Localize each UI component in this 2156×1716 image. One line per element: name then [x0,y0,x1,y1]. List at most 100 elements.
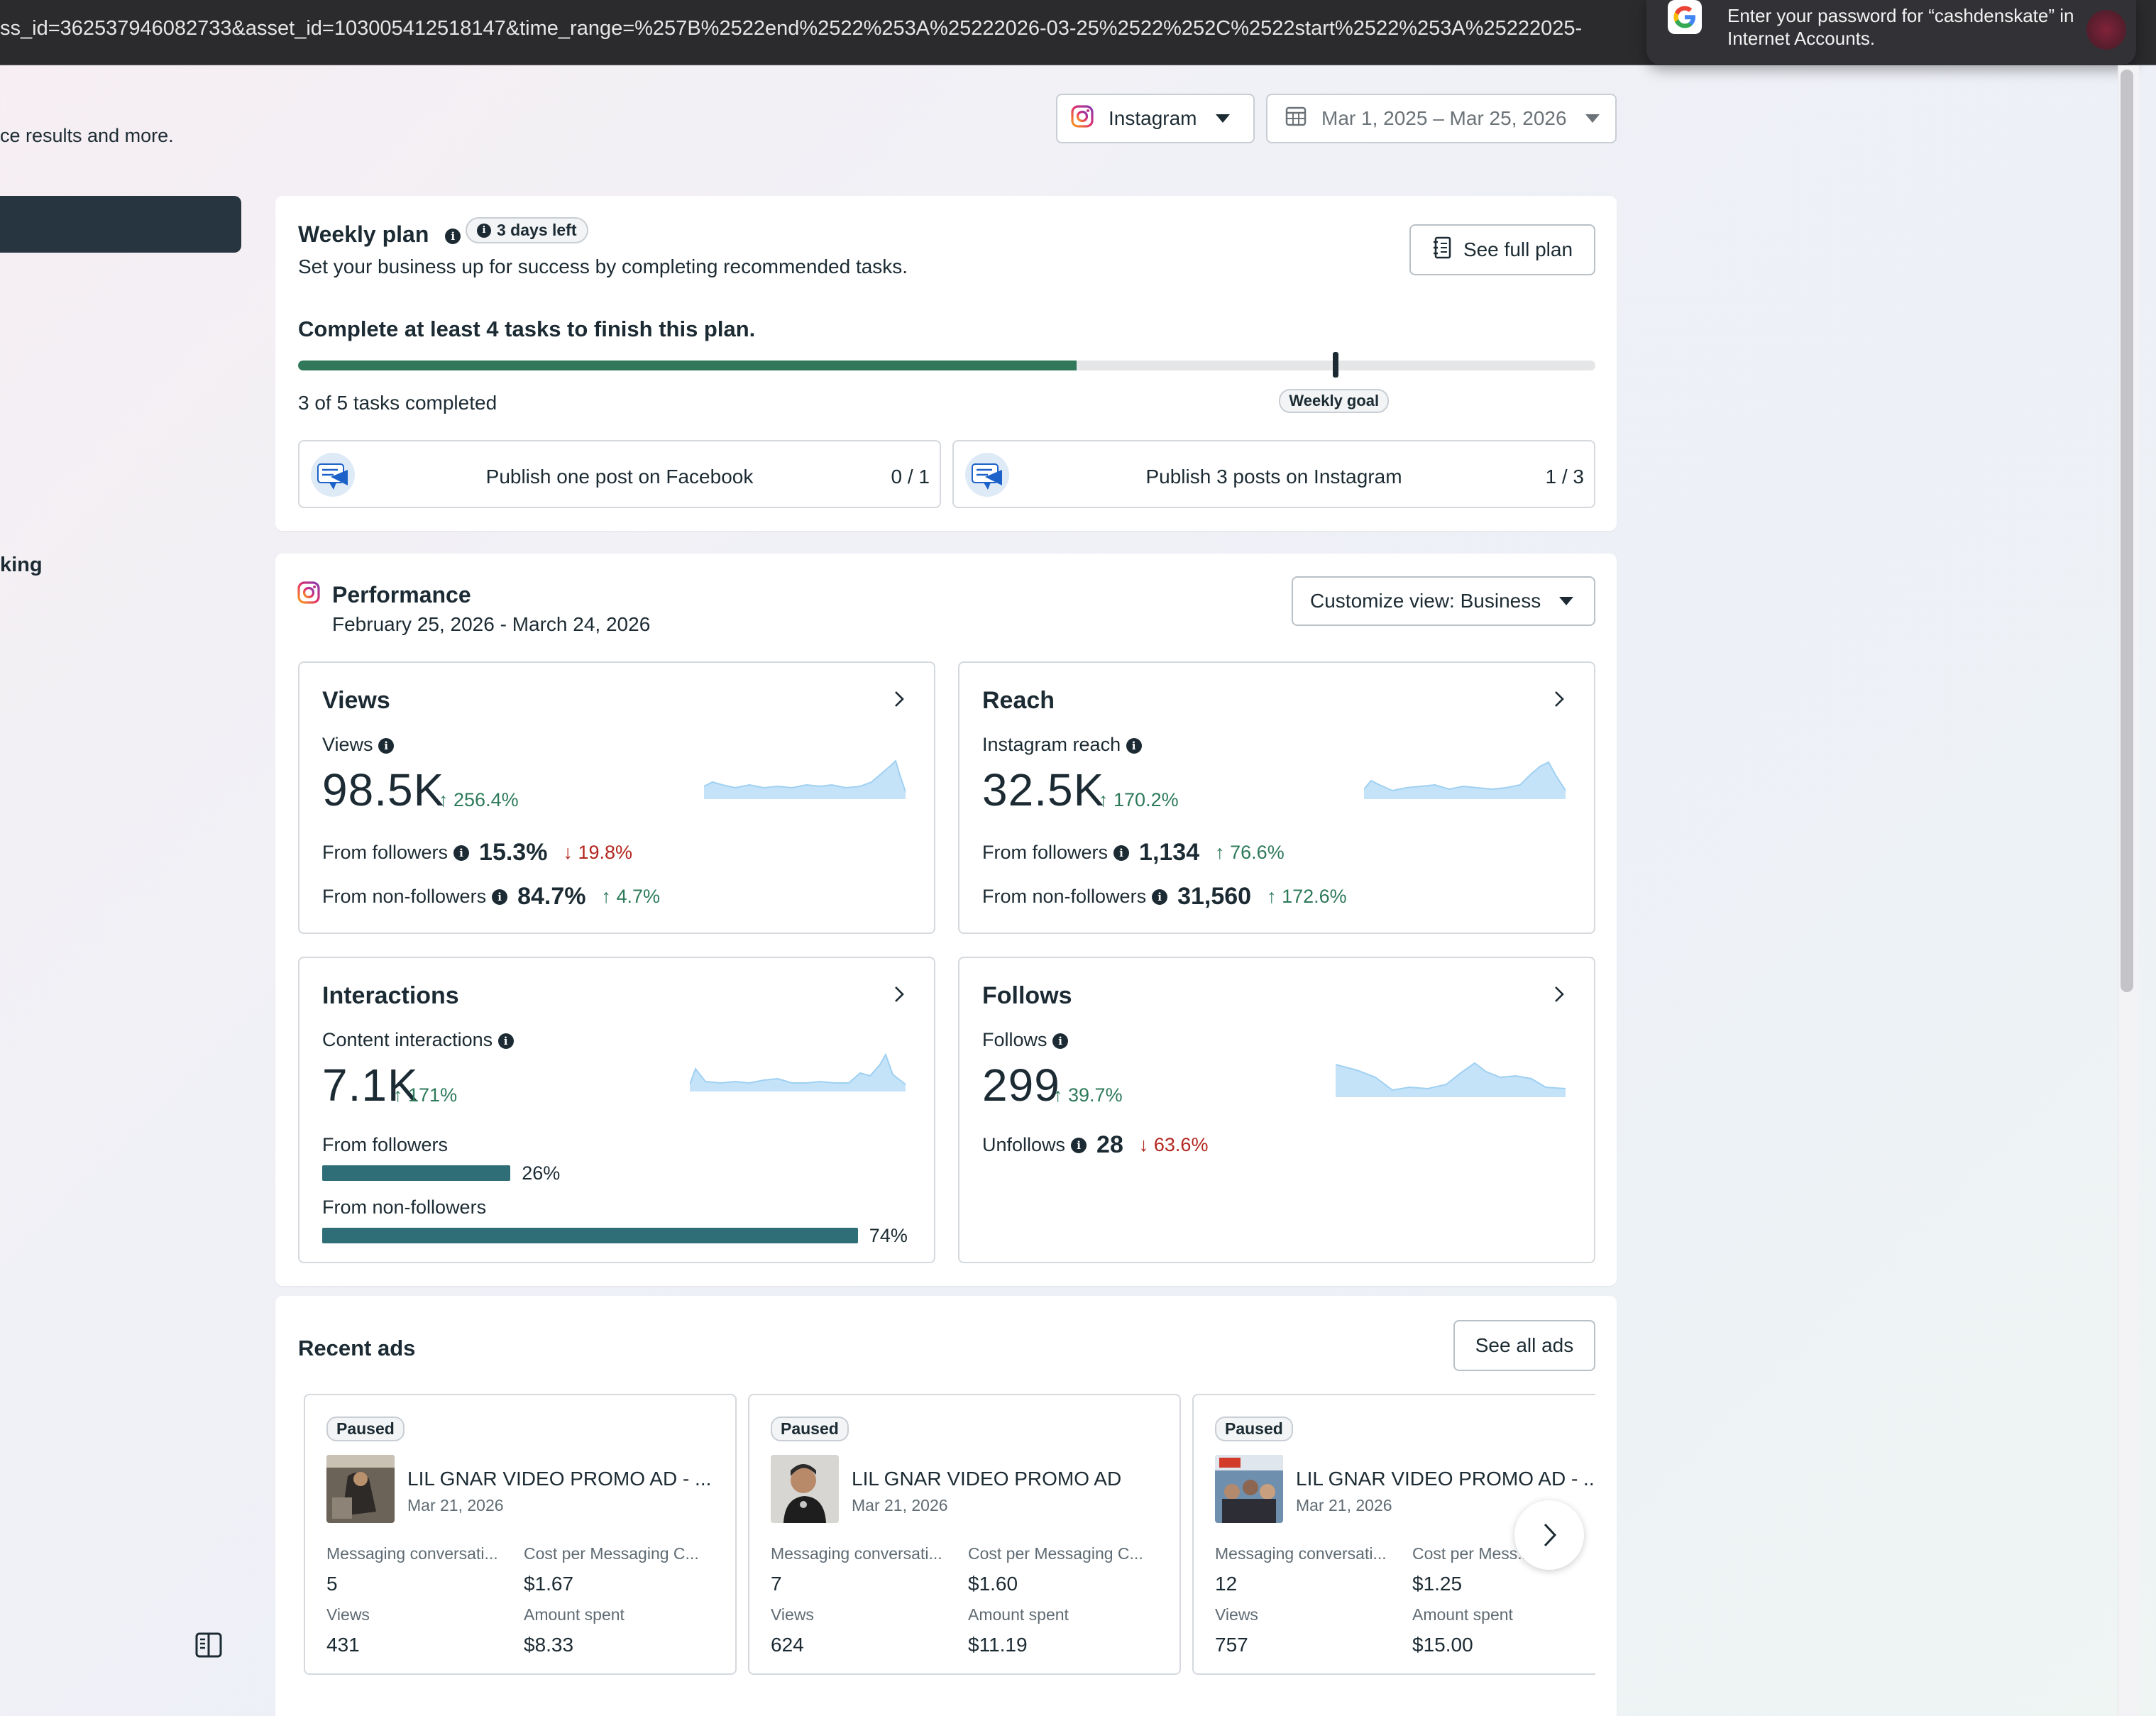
ad-metric-label: Amount spent [1412,1605,1513,1624]
ad-metric-value: $1.25 [1412,1573,1463,1595]
url-text[interactable]: ss_id=362537946082733&asset_id=103005412… [0,17,1646,40]
interactions-metric-card[interactable]: Interactions Content interactions i 7.1K… [298,957,935,1263]
password-prompt-notification[interactable]: Enter your password for “cashdenskate” i… [1646,0,2136,65]
row-label: Unfollows [982,1134,1066,1155]
reach-value: 32.5K [982,764,1105,815]
row-delta-text: 4.7% [616,886,661,907]
info-icon[interactable]: i [378,737,395,754]
browser-url-bar[interactable]: ss_id=362537946082733&asset_id=103005412… [0,0,2156,65]
see-full-plan-button[interactable]: See full plan [1409,224,1595,275]
views-metric-card[interactable]: Views Views i 98.5K ↑ 256.4% From follow… [298,661,935,934]
row-delta: ↓ 19.8% [563,842,632,864]
row-delta: ↓ 63.6% [1139,1134,1209,1156]
carousel-next-button[interactable] [1514,1500,1584,1570]
ad-name: LIL GNAR VIDEO PROMO AD - ... [1296,1468,1595,1490]
ad-status-badge: Paused [326,1417,405,1441]
weekly-progress-fill [298,361,1077,370]
row-value: 84.7% [517,883,586,910]
task-item[interactable]: Publish 3 posts on Instagram 1 / 3 [952,440,1595,508]
row-value: 31,560 [1177,883,1252,910]
chevron-right-icon[interactable] [1550,690,1568,708]
ad-metric-value: 5 [326,1573,338,1595]
task-name: Publish one post on Facebook [485,466,754,488]
ad-thumbnail [1215,1455,1283,1523]
task-count: 0 / 1 [891,466,930,488]
chevron-right-icon [1544,1523,1557,1547]
task-item[interactable]: Publish one post on Facebook 0 / 1 [298,440,941,508]
platform-select[interactable]: Instagram [1056,94,1255,143]
weekly-goal-marker [1333,352,1339,378]
ad-metric-value: 7 [771,1573,782,1595]
ad-card[interactable]: Paused LIL GNAR VIDEO PROMO AD Mar 21, 2… [748,1394,1181,1675]
follows-delta: ↑ 39.7% [1053,1084,1123,1106]
row-value: 28 [1096,1131,1123,1158]
ad-name: LIL GNAR VIDEO PROMO AD [852,1468,1122,1490]
reach-followers-row: From followers i 1,134 ↑ 76.6% [982,839,1285,867]
scrollbar-thumb[interactable] [2121,70,2133,992]
row-value: 1,134 [1139,839,1200,866]
info-icon[interactable]: i [492,889,508,905]
follows-delta-text: 39.7% [1068,1084,1123,1106]
ad-metric-value: $11.19 [968,1634,1028,1656]
performance-title: Performance [332,582,471,607]
collapse-sidebar-icon[interactable] [194,1631,223,1659]
interactions-sparkline [690,1052,906,1091]
chevron-right-icon[interactable] [890,985,908,1003]
performance-card: Performance February 25, 2026 - March 24… [275,554,1617,1286]
caret-down-icon [1215,114,1230,123]
follows-value: 299 [982,1060,1060,1111]
views-nonfollowers-row: From non-followers i 84.7% ↑ 4.7% [322,883,660,911]
row-delta-text: 76.6% [1230,842,1285,863]
info-icon[interactable]: i [1126,737,1142,754]
info-icon[interactable]: i [453,845,470,861]
google-icon [1668,0,1702,34]
follows-label: Follows i [982,1029,1069,1051]
unfollows-row: Unfollows i 28 ↓ 63.6% [982,1131,1208,1159]
ad-metric-value: $8.33 [524,1634,574,1656]
row-label: From followers [982,842,1109,863]
caret-down-icon [1585,114,1600,123]
info-icon[interactable]: i [1113,845,1130,861]
arrow-down-icon: ↓ [563,842,573,863]
customize-view-select[interactable]: Customize view: Business [1292,576,1595,626]
arrow-up-icon: ↑ [1215,842,1225,863]
info-icon[interactable]: i [1152,889,1168,905]
weekly-plan-title: Weekly plan i [298,221,461,248]
ad-metric-value: $15.00 [1412,1634,1473,1656]
date-range-select[interactable]: Mar 1, 2025 – Mar 25, 2026 [1266,94,1617,143]
info-icon: i [477,223,491,238]
task-count: 1 / 3 [1545,466,1584,488]
follows-metric-card[interactable]: Follows Follows i 299 ↑ 39.7% Unfollows … [958,957,1595,1263]
customize-view-label: Customize view: Business [1310,590,1541,612]
chevron-right-icon[interactable] [1550,985,1568,1003]
interactions-title: Interactions [322,982,459,1009]
ad-metric-label: Cost per Messaging C... [524,1544,699,1563]
ad-metric-value: 431 [326,1634,360,1656]
interactions-delta-text: 171% [408,1084,458,1106]
interactions-label: Content interactions i [322,1029,514,1051]
instagram-icon [1070,104,1094,133]
sidebar-partial-item[interactable]: king [0,554,43,577]
recent-ads-card: Recent ads See all ads Paused LIL GNAR V… [275,1296,1617,1716]
arrow-up-icon: ↑ [601,886,611,907]
chevron-right-icon[interactable] [890,690,908,708]
follows-sparkline [1336,1062,1566,1097]
reach-sparkline [1364,761,1566,799]
goal-text: Complete at least 4 tasks to finish this… [298,317,756,341]
info-icon[interactable]: i [1052,1033,1069,1049]
nonfollowers-share-pct: 74% [869,1225,908,1246]
notebook-icon [1432,236,1452,264]
ad-card[interactable]: Paused LIL GNAR VIDEO PROMO AD - ... Mar… [304,1394,737,1675]
row-delta-text: 172.6% [1282,886,1347,907]
info-icon[interactable]: i [1071,1137,1087,1153]
interactions-nonfollowers-label: From non-followers [322,1197,487,1218]
info-icon[interactable]: i [497,1033,514,1049]
ad-status-badge: Paused [1215,1417,1293,1441]
ad-date: Mar 21, 2026 [407,1496,504,1514]
reach-metric-card[interactable]: Reach Instagram reach i 32.5K ↑ 170.2% F… [958,661,1595,934]
sidebar-active-button[interactable] [0,196,241,253]
row-value: 15.3% [479,839,548,866]
info-icon[interactable]: i [445,228,461,244]
followers-share-bar [322,1165,511,1181]
ad-thumbnail [771,1455,839,1523]
